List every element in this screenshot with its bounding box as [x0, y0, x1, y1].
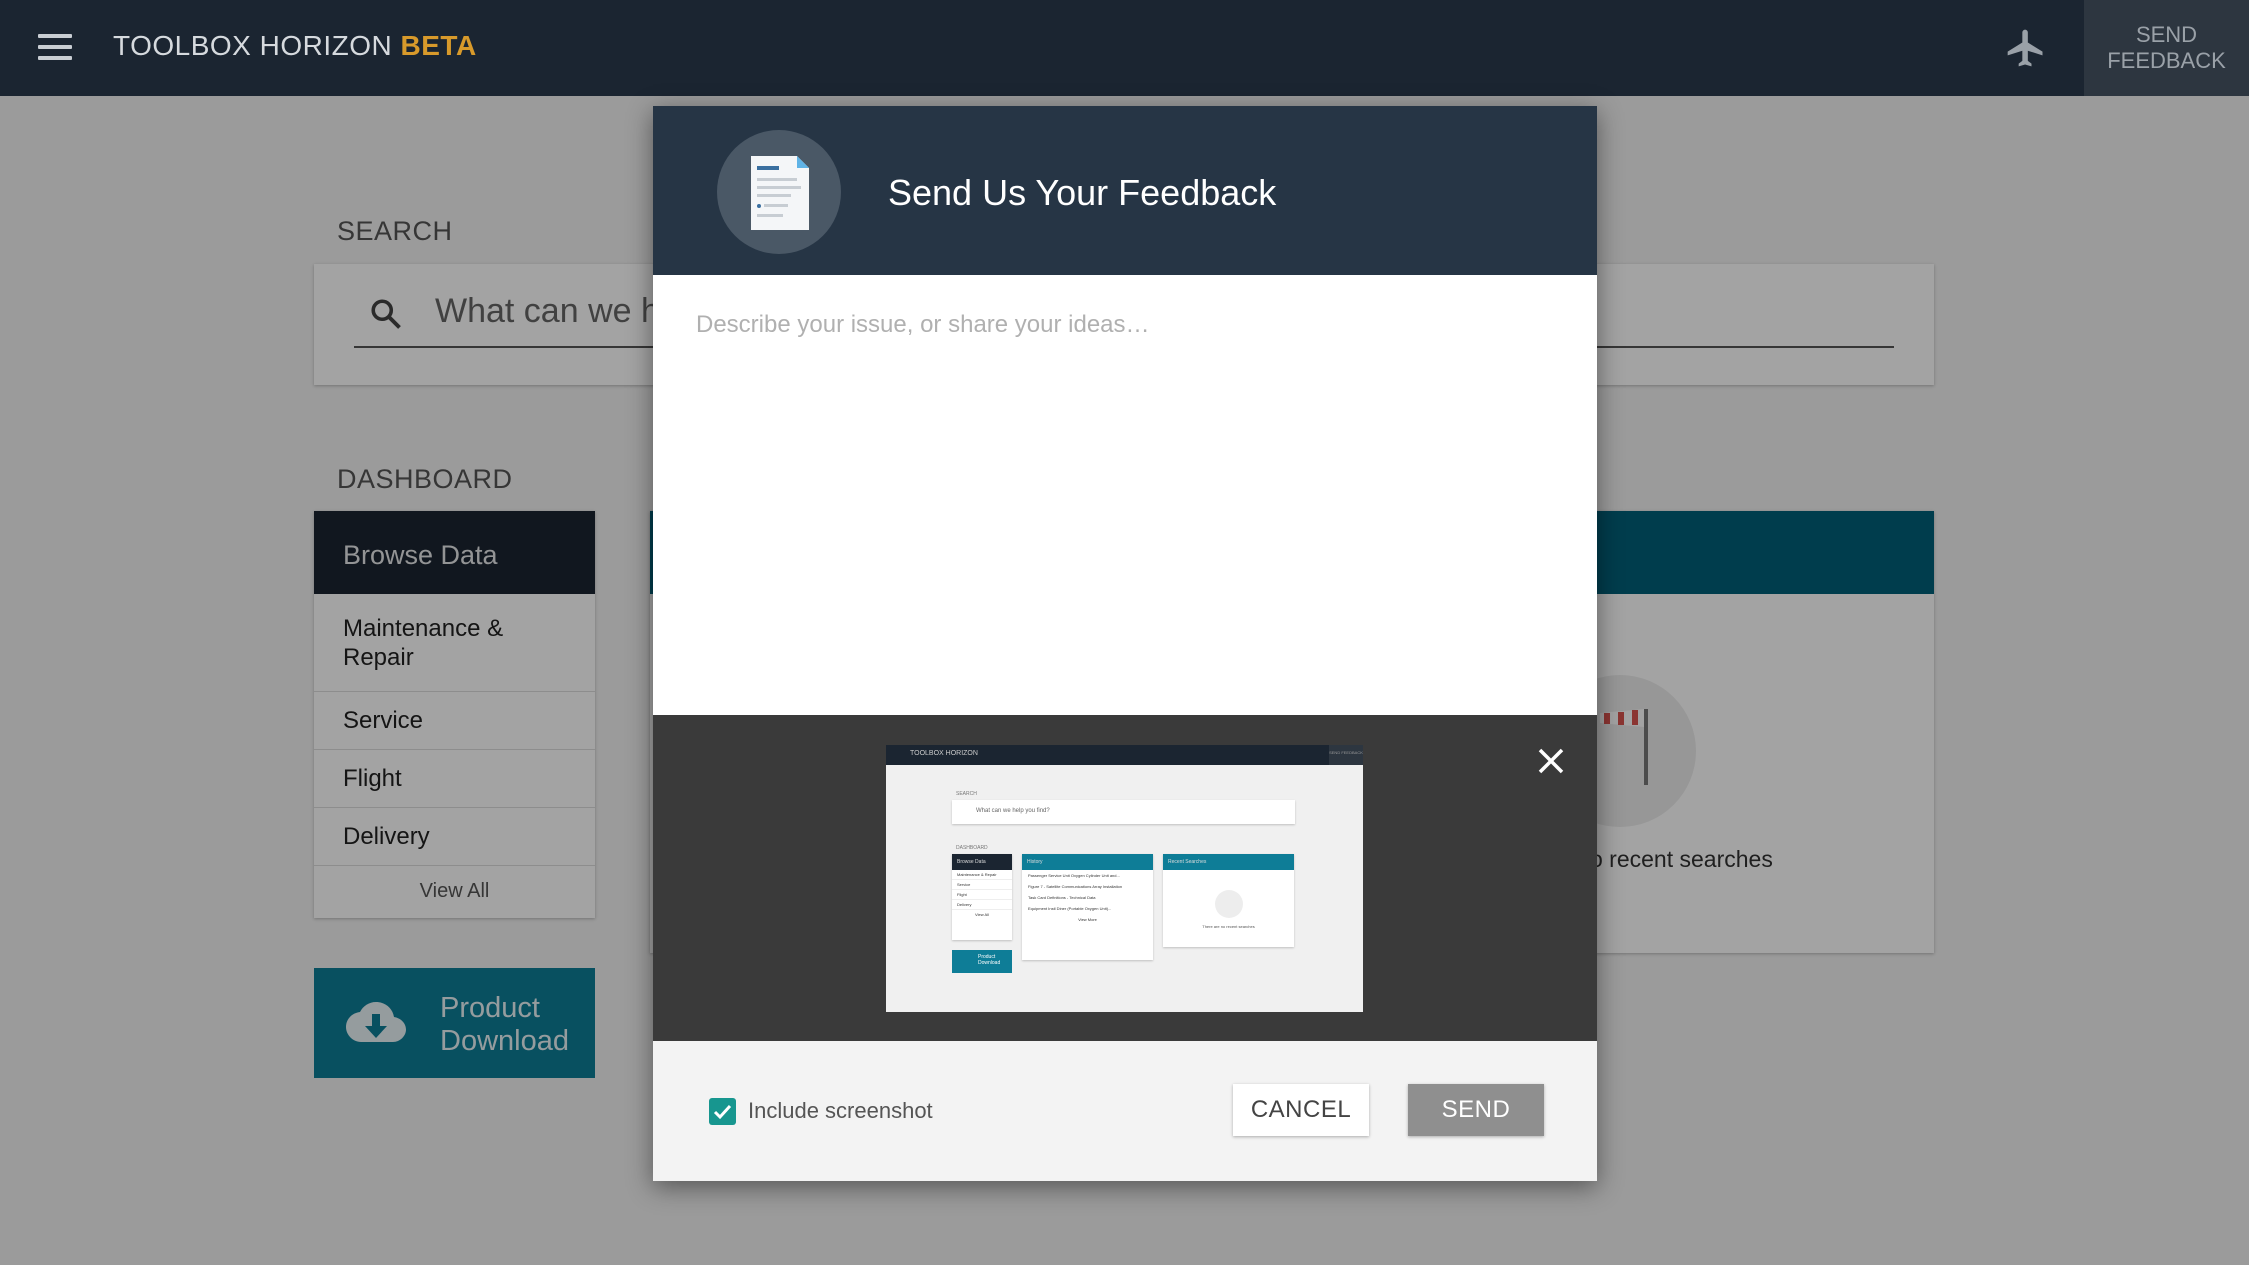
thumb-browse-item: Flight [952, 890, 1012, 900]
thumb-browse-item: Service [952, 880, 1012, 890]
feedback-dialog-title: Send Us Your Feedback [888, 172, 1277, 213]
thumb-history-item: Passenger Service Unit Oxygen Cylinder U… [1028, 873, 1120, 878]
thumb-history-card: History Passenger Service Unit Oxygen Cy… [1022, 854, 1153, 960]
feedback-textarea[interactable] [653, 275, 1597, 715]
thumb-recent-card: Recent Searches There are no recent sear… [1163, 854, 1294, 947]
thumb-top-bar: TOOLBOX HORIZON SEND FEEDBACK [886, 745, 1363, 765]
app-title: TOOLBOX HORIZON BETA [113, 30, 477, 62]
thumb-windsock-icon [1215, 890, 1243, 918]
hamburger-menu-icon[interactable] [38, 34, 72, 60]
send-feedback-button[interactable]: SEND FEEDBACK [2084, 0, 2249, 96]
thumb-history-item: Task Card Definitions - Technical Data [1028, 895, 1096, 900]
feedback-dialog: Send Us Your Feedback TOOLBOX HORIZON SE… [653, 106, 1597, 1181]
include-screenshot-label[interactable]: Include screenshot [748, 1098, 933, 1124]
thumb-browse-card: Browse Data Maintenance & Repair Service… [952, 854, 1012, 940]
thumb-send-feedback: SEND FEEDBACK [1329, 745, 1363, 765]
include-screenshot-checkbox[interactable] [709, 1098, 736, 1125]
top-app-bar: TOOLBOX HORIZON BETA SEND FEEDBACK [0, 0, 2249, 96]
thumb-recent-empty: There are no recent searches [1202, 924, 1255, 929]
checkmark-icon [713, 1104, 732, 1120]
thumb-search-placeholder: What can we help you find? [976, 808, 1050, 814]
app-title-main: TOOLBOX HORIZON [113, 30, 393, 61]
feedback-dialog-footer: Include screenshot CANCEL SEND [653, 1041, 1597, 1181]
thumb-history-item: Figure 7 - Satellite Communications Arra… [1028, 884, 1123, 889]
thumb-recent-title: Recent Searches [1163, 854, 1294, 870]
thumb-product-download: Product Download [952, 950, 1012, 973]
thumb-search-label: SEARCH [956, 791, 977, 797]
thumb-dashboard-label: DASHBOARD [956, 845, 988, 851]
thumb-app-title: TOOLBOX HORIZON [910, 750, 978, 757]
screenshot-preview-area: TOOLBOX HORIZON SEND FEEDBACK SEARCH Wha… [653, 715, 1597, 1041]
document-icon [717, 130, 841, 254]
thumb-browse-item: Maintenance & Repair [952, 870, 1012, 880]
screenshot-thumbnail: TOOLBOX HORIZON SEND FEEDBACK SEARCH Wha… [886, 745, 1363, 1012]
send-button[interactable]: SEND [1408, 1084, 1544, 1136]
thumb-history-title: History [1022, 854, 1153, 870]
thumb-history-item: Equipment Instl Diner (Portable Oxygen U… [1028, 906, 1112, 911]
beta-badge: BETA [400, 30, 477, 61]
airplane-icon[interactable] [2004, 26, 2048, 70]
thumb-browse-item: Delivery [952, 900, 1012, 910]
cancel-button[interactable]: CANCEL [1233, 1084, 1369, 1136]
thumb-history-view: View More [1078, 917, 1097, 922]
thumb-browse-title: Browse Data [952, 854, 1012, 870]
close-icon[interactable] [1535, 745, 1567, 777]
thumb-browse-item: View All [975, 912, 989, 917]
thumb-search-box: What can we help you find? [952, 800, 1295, 824]
feedback-dialog-header: Send Us Your Feedback [653, 106, 1597, 275]
